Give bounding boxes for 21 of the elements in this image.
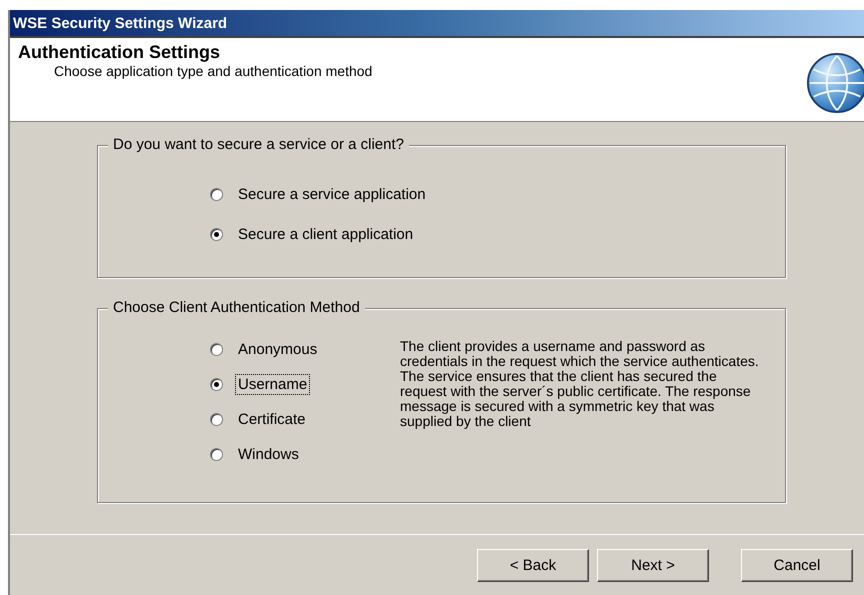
method-description: The client provides a username and password as credentials in the request which the service authenticates. The service ensures that the client has secured the request with the server´s public certificate. The response message is secured with a symmetric key that was supplied by the client (400, 339, 760, 431)
option-label[interactable]: Anonymous (235, 339, 320, 360)
page-subtitle: Choose application type and authentication method (53, 63, 372, 79)
option-label[interactable]: Secure a client application (235, 224, 416, 245)
option-label[interactable]: Username (235, 374, 310, 395)
radio-button[interactable] (210, 378, 223, 391)
group-title: Do you want to secure a service or a client? (108, 136, 409, 153)
option-label[interactable]: Secure a service application (235, 184, 429, 205)
wizard-button[interactable]: Next > (597, 548, 709, 582)
wizard-button[interactable]: < Back (477, 548, 589, 582)
radio-button[interactable] (210, 413, 223, 426)
globe-icon (806, 52, 864, 114)
radio-button[interactable] (210, 188, 223, 201)
radio-button[interactable] (210, 448, 223, 461)
option-label[interactable]: Certificate (235, 409, 309, 430)
radio-button[interactable] (210, 228, 223, 241)
wizard-button[interactable]: Cancel (741, 548, 853, 582)
option-label[interactable]: Windows (235, 444, 302, 465)
page-title: Authentication Settings (18, 42, 221, 63)
radio-button[interactable] (210, 343, 223, 356)
window-title: WSE Security Settings Wizard (13, 14, 228, 32)
